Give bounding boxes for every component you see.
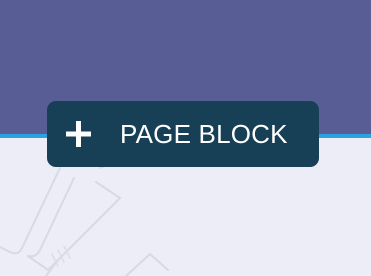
plus-icon [66, 121, 91, 147]
add-page-block-button[interactable]: PAGE BLOCK [47, 101, 319, 167]
editor-canvas: PAGE BLOCK [0, 0, 371, 276]
add-page-block-label: PAGE BLOCK [120, 119, 288, 149]
